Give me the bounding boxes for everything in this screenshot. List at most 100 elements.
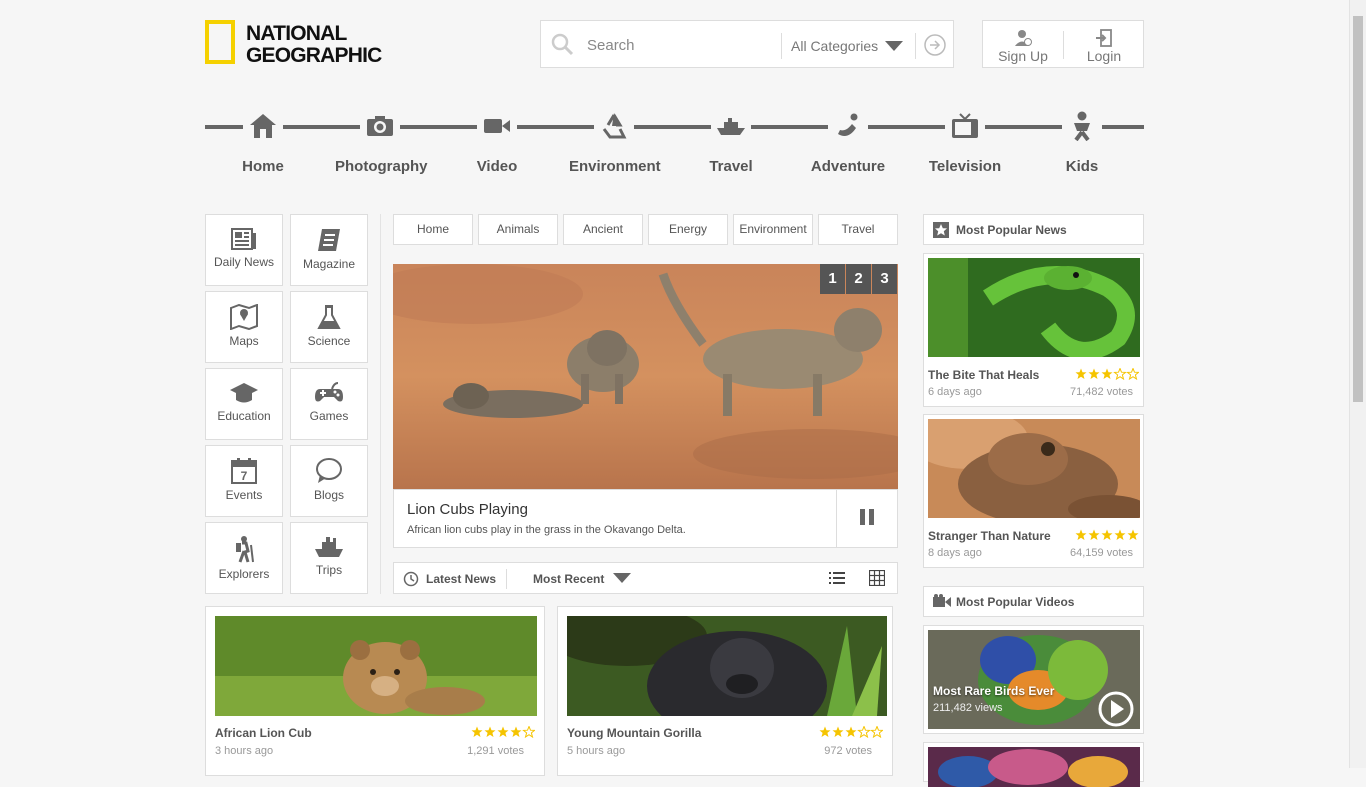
grid-view-icon[interactable] — [869, 570, 885, 586]
nav-item-adventure[interactable]: Adventure — [803, 108, 893, 175]
hero-title[interactable]: Lion Cubs Playing — [407, 501, 528, 518]
tile-daily-news[interactable]: Daily News — [205, 214, 283, 286]
popular-videos-title: Most Popular Videos — [956, 595, 1075, 609]
latest-news-bar: Latest News Most Recent — [393, 562, 898, 594]
category-select[interactable]: All Categories — [791, 38, 878, 54]
news-image — [928, 419, 1140, 518]
nav-item-environment[interactable]: Environment — [569, 108, 661, 175]
star-filled-icon — [1075, 529, 1087, 540]
speech-bubble-icon — [316, 458, 342, 483]
nav-item-photography[interactable]: Photography — [335, 108, 428, 175]
tile-games[interactable]: Games — [290, 368, 368, 440]
star-filled-icon — [1088, 529, 1100, 540]
tile-education[interactable]: Education — [205, 368, 283, 440]
tile-magazine[interactable]: Magazine — [290, 214, 368, 286]
tile-blogs[interactable]: Blogs — [290, 445, 368, 517]
tile-explorers[interactable]: Explorers — [205, 522, 283, 594]
star-empty-icon — [1113, 367, 1127, 381]
nav-item-home[interactable]: Home — [218, 108, 308, 175]
sort-select[interactable]: Most Recent — [533, 572, 604, 586]
gamepad-icon — [315, 382, 343, 402]
star-filled-icon — [832, 726, 844, 737]
gorilla-photo — [567, 616, 887, 716]
video-title[interactable]: Most Rare Birds Ever — [933, 684, 1054, 698]
divider — [836, 490, 837, 547]
calendar-icon: 7 — [231, 458, 257, 484]
tab-animals[interactable]: Animals — [478, 214, 558, 245]
nav-item-video[interactable]: Video — [452, 108, 542, 175]
video-thumbnail — [928, 630, 1140, 729]
popular-news-card[interactable]: The Bite That Heals 6 days ago 71,482 vo… — [923, 253, 1144, 407]
star-filled-icon — [1114, 529, 1126, 540]
newspaper-icon — [231, 228, 256, 250]
news-card[interactable]: African Lion Cub 3 hours ago 1,291 votes — [205, 606, 545, 776]
page-scrollbar[interactable] — [1349, 0, 1366, 768]
tile-events[interactable]: 7 Events — [205, 445, 283, 517]
list-view-icon[interactable] — [829, 571, 845, 585]
star-filled-icon — [819, 726, 831, 737]
chevron-down-icon[interactable] — [885, 41, 903, 51]
tile-label: Daily News — [213, 255, 274, 269]
tile-label: Games — [309, 409, 349, 423]
news-title[interactable]: African Lion Cub — [215, 726, 312, 740]
popular-video-card[interactable]: Most Rare Birds Ever 211,482 views — [923, 625, 1144, 734]
login-label: Login — [1086, 48, 1122, 64]
news-title[interactable]: Young Mountain Gorilla — [567, 726, 701, 740]
news-card[interactable]: Young Mountain Gorilla 5 hours ago 972 v… — [557, 606, 893, 776]
news-title[interactable]: The Bite That Heals — [928, 368, 1039, 382]
logo-text: NATIONAL GEOGRAPHIC — [246, 23, 382, 67]
nav-label: Video — [476, 158, 518, 175]
tile-science[interactable]: Science — [290, 291, 368, 363]
hero-image[interactable] — [393, 264, 898, 489]
star-filled-icon — [1101, 529, 1113, 540]
login-button[interactable]: Login — [1064, 21, 1144, 67]
tab-home[interactable]: Home — [393, 214, 473, 245]
search-input[interactable] — [585, 33, 779, 57]
nav-label: Kids — [1065, 158, 1099, 175]
flask-icon — [317, 305, 341, 329]
nav-item-travel[interactable]: Travel — [686, 108, 776, 175]
tile-label: Explorers — [218, 567, 270, 581]
popular-news-title: Most Popular News — [956, 223, 1067, 237]
video-camera-icon — [933, 594, 951, 607]
star-rating — [1075, 367, 1140, 385]
tile-maps[interactable]: Maps — [205, 291, 283, 363]
nav-label: Travel — [709, 158, 753, 175]
news-votes: 972 votes — [824, 745, 872, 757]
signup-button[interactable]: Sign Up — [983, 21, 1063, 67]
hero-page-2[interactable]: 2 — [846, 264, 871, 294]
popular-video-card[interactable] — [923, 742, 1144, 787]
pause-icon[interactable] — [860, 509, 874, 525]
popular-news-header: Most Popular News — [923, 214, 1144, 245]
hero-page-3[interactable]: 3 — [872, 264, 897, 294]
star-empty-icon — [857, 725, 871, 739]
auth-box: Sign Up Login — [982, 20, 1144, 68]
star-filled-icon — [1101, 368, 1113, 379]
nav-label: Television — [928, 158, 1002, 175]
scrollbar-thumb[interactable] — [1353, 16, 1363, 402]
popular-news-card[interactable]: Stranger Than Nature 8 days ago 64,159 v… — [923, 414, 1144, 568]
news-title[interactable]: Stranger Than Nature — [928, 529, 1051, 543]
nav-label: Adventure — [810, 158, 886, 175]
star-empty-icon — [522, 725, 536, 739]
tab-environment[interactable]: Environment — [733, 214, 813, 245]
star-badge-icon — [933, 222, 949, 238]
tile-trips[interactable]: Trips — [290, 522, 368, 594]
diver-icon — [838, 113, 858, 136]
hero-subtitle: African lion cubs play in the grass in t… — [407, 524, 686, 536]
cheetah-cubs-photo — [393, 264, 898, 489]
tab-travel[interactable]: Travel — [818, 214, 898, 245]
nav-item-kids[interactable]: Kids — [1037, 108, 1127, 175]
tab-ancient[interactable]: Ancient — [563, 214, 643, 245]
star-filled-icon — [510, 726, 522, 737]
hero-page-1[interactable]: 1 — [820, 264, 845, 294]
news-votes: 1,291 votes — [467, 745, 524, 757]
news-time: 3 hours ago — [215, 745, 274, 757]
search-submit-icon[interactable] — [923, 33, 947, 57]
star-rating — [819, 725, 884, 743]
tile-label: Trips — [315, 563, 343, 577]
tile-label: Magazine — [302, 257, 356, 271]
tab-energy[interactable]: Energy — [648, 214, 728, 245]
chevron-down-icon[interactable] — [613, 573, 631, 583]
nav-item-television[interactable]: Television — [920, 108, 1010, 175]
